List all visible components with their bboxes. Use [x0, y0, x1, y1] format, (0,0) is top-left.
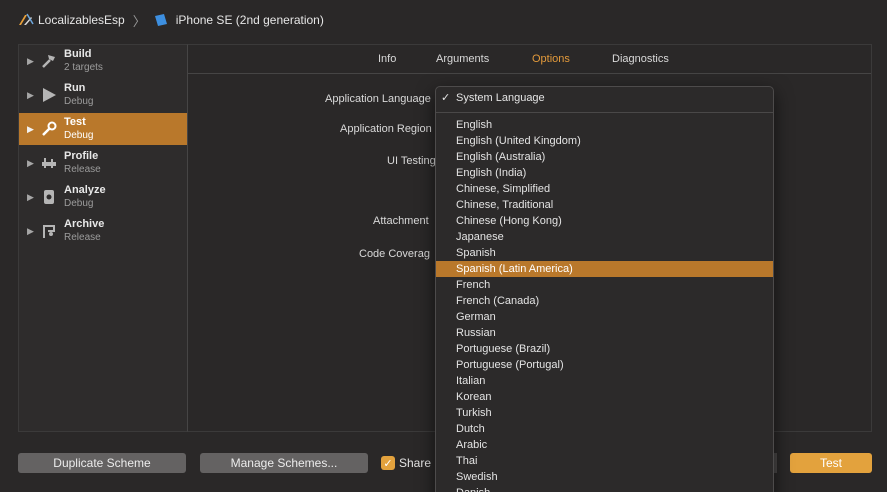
play-icon	[40, 86, 58, 104]
menu-item-system-language[interactable]: ✓ System Language	[436, 90, 773, 106]
tab-options[interactable]: Options	[532, 53, 570, 65]
menu-item[interactable]: German	[436, 309, 773, 325]
menu-item-label: System Language	[456, 92, 545, 104]
menu-item[interactable]: French (Canada)	[436, 293, 773, 309]
tab-diagnostics[interactable]: Diagnostics	[612, 53, 669, 65]
sidebar-item-label: Archive	[64, 218, 105, 230]
attachments-label: Attachment	[373, 215, 429, 227]
sidebar-item-build[interactable]: ▶ Build 2 targets	[19, 45, 187, 77]
sidebar-item-sublabel: Debug	[64, 96, 94, 107]
menu-item[interactable]: Chinese (Hong Kong)	[436, 213, 773, 229]
share-label: Share	[399, 456, 432, 470]
tab-info[interactable]: Info	[378, 53, 396, 65]
ui-testing-label: UI Testing	[387, 155, 436, 167]
sidebar-item-analyze[interactable]: ▶ Analyze Debug	[19, 181, 187, 213]
checkmark-icon: ✓	[383, 457, 393, 470]
device-icon	[154, 14, 168, 26]
menu-item[interactable]: Italian	[436, 373, 773, 389]
breadcrumb-chevron-icon: 〉	[132, 13, 146, 29]
menu-item[interactable]: Arabic	[436, 437, 773, 453]
menu-item[interactable]: Turkish	[436, 405, 773, 421]
menu-item[interactable]: Spanish	[436, 245, 773, 261]
menu-item[interactable]: Thai	[436, 453, 773, 469]
sidebar-item-profile[interactable]: ▶ Profile Release	[19, 147, 187, 179]
application-language-label: Application Language	[325, 93, 431, 105]
menu-item[interactable]: Chinese, Simplified	[436, 181, 773, 197]
tab-arguments[interactable]: Arguments	[436, 53, 489, 65]
gauge-icon	[40, 154, 58, 172]
disclosure-triangle-icon[interactable]: ▶	[27, 124, 37, 135]
menu-item[interactable]: Russian	[436, 325, 773, 341]
language-dropdown-menu: ✓ System Language English English (United…	[435, 86, 774, 492]
menu-item[interactable]: Portuguese (Portugal)	[436, 357, 773, 373]
sidebar-item-label: Profile	[64, 150, 99, 162]
sidebar-item-test[interactable]: ▶ Test Debug	[19, 113, 187, 145]
disclosure-triangle-icon[interactable]: ▶	[27, 226, 37, 237]
project-name[interactable]: LocalizablesEsp	[38, 13, 125, 27]
disclosure-triangle-icon[interactable]: ▶	[27, 56, 37, 67]
hammer-icon	[40, 52, 58, 70]
sidebar-item-sublabel: Release	[64, 232, 101, 243]
analyze-icon	[40, 188, 58, 206]
application-region-label: Application Region	[340, 123, 432, 135]
checkmark-icon: ✓	[441, 92, 451, 104]
sidebar-item-label: Run	[64, 82, 86, 94]
menu-item[interactable]: Japanese	[436, 229, 773, 245]
sidebar-item-sublabel: Debug	[64, 130, 94, 141]
sidebar-item-archive[interactable]: ▶ Archive Release	[19, 215, 187, 247]
menu-item[interactable]: Danish	[436, 485, 773, 492]
sidebar-item-label: Test	[64, 116, 86, 128]
menu-item[interactable]: Korean	[436, 389, 773, 405]
share-checkbox[interactable]: ✓	[381, 456, 395, 470]
sidebar-item-sublabel: Release	[64, 164, 101, 175]
menu-divider	[436, 112, 773, 113]
sidebar-item-sublabel: Debug	[64, 198, 94, 209]
menu-item[interactable]: English (Australia)	[436, 149, 773, 165]
menu-item[interactable]: Spanish (Latin America)	[436, 261, 773, 277]
disclosure-triangle-icon[interactable]: ▶	[27, 90, 37, 101]
archive-icon	[40, 222, 58, 240]
menu-item[interactable]: English (United Kingdom)	[436, 133, 773, 149]
menu-item[interactable]: Dutch	[436, 421, 773, 437]
menu-item[interactable]: Portuguese (Brazil)	[436, 341, 773, 357]
duplicate-scheme-button[interactable]: Duplicate Scheme	[18, 453, 186, 473]
sidebar-item-label: Analyze	[64, 184, 106, 196]
scheme-breadcrumb: LocalizablesEsp 〉 iPhone SE (2nd generat…	[0, 0, 887, 40]
menu-item[interactable]: Chinese, Traditional	[436, 197, 773, 213]
menu-item[interactable]: English (India)	[436, 165, 773, 181]
menu-item[interactable]: French	[436, 277, 773, 293]
tab-bar: Info Arguments Options Diagnostics	[188, 45, 871, 74]
sidebar-item-run[interactable]: ▶ Run Debug	[19, 79, 187, 111]
sidebar-item-label: Build	[64, 48, 92, 60]
device-name[interactable]: iPhone SE (2nd generation)	[176, 13, 324, 27]
code-coverage-label: Code Coverag	[359, 248, 430, 260]
test-button[interactable]: Test	[790, 453, 872, 473]
disclosure-triangle-icon[interactable]: ▶	[27, 158, 37, 169]
manage-schemes-button[interactable]: Manage Schemes...	[200, 453, 368, 473]
menu-item[interactable]: Swedish	[436, 469, 773, 485]
sidebar-item-sublabel: 2 targets	[64, 62, 103, 73]
wrench-icon	[40, 120, 58, 138]
disclosure-triangle-icon[interactable]: ▶	[27, 192, 37, 203]
xcode-project-icon	[18, 13, 34, 27]
menu-item[interactable]: English	[436, 117, 773, 133]
scheme-actions-sidebar: ▶ Build 2 targets ▶ Run Debug ▶ Test Debug …	[18, 44, 188, 432]
